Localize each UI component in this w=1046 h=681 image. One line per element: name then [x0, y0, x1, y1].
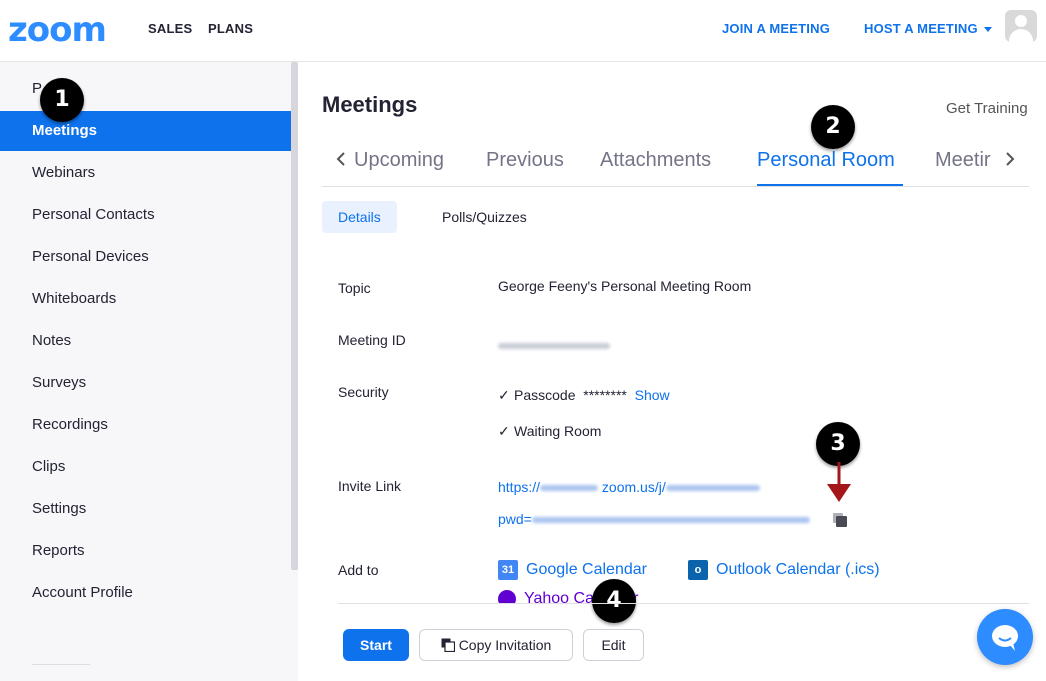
sidebar-item-webinars[interactable]: Webinars [0, 153, 292, 193]
invite-link-line-1[interactable]: https:// zoom.us/j/ [498, 479, 760, 495]
step-badge-1: 1 [40, 78, 84, 122]
avatar[interactable] [1005, 10, 1037, 42]
zoom-logo[interactable]: zoom [8, 10, 107, 50]
yahoo-calendar-icon [498, 590, 516, 604]
sidebar-scrollbar[interactable] [291, 62, 298, 570]
passcode-label: Passcode [514, 387, 576, 403]
tab-personal-room[interactable]: Personal Room [757, 149, 895, 172]
sidebar-item-notes[interactable]: Notes [0, 321, 292, 361]
checkmark-icon: ✓ [498, 423, 510, 439]
nav-plans[interactable]: PLANS [208, 21, 253, 36]
host-meeting-label: HOST A MEETING [864, 21, 978, 36]
chat-bubble-icon [992, 625, 1018, 651]
outlook-calendar-label: Outlook Calendar (.ics) [716, 561, 880, 579]
copy-invitation-label: Copy Invitation [458, 637, 552, 653]
sidebar-item-recordings[interactable]: Recordings [0, 405, 292, 445]
meeting-id-label: Meeting ID [338, 332, 406, 348]
copy-invitation-button[interactable]: Copy Invitation [419, 629, 573, 661]
tab-meeting-templates[interactable]: Meetir [935, 149, 991, 172]
waiting-room-row: ✓ Waiting Room [498, 423, 601, 440]
host-meeting-menu[interactable]: HOST A MEETING [864, 21, 992, 36]
sidebar-item-surveys[interactable]: Surveys [0, 363, 292, 403]
meeting-id-value-redacted [498, 337, 610, 353]
google-calendar-icon: 31 [498, 560, 518, 580]
edit-button[interactable]: Edit [583, 629, 644, 661]
topic-value: George Feeny's Personal Meeting Room [498, 278, 752, 294]
chevron-left-icon[interactable] [336, 150, 346, 173]
chevron-right-icon[interactable] [1005, 150, 1015, 173]
checkmark-icon: ✓ [498, 387, 510, 403]
security-label: Security [338, 384, 389, 400]
subtab-details[interactable]: Details [322, 201, 397, 233]
waiting-room-label: Waiting Room [514, 423, 602, 439]
invite-link-line-2[interactable]: pwd= [498, 511, 810, 527]
outlook-calendar-icon: o [688, 560, 708, 580]
tab-attachments[interactable]: Attachments [600, 149, 711, 172]
invite-link-prefix: https:// [498, 479, 541, 495]
copy-link-icon[interactable] [832, 512, 848, 528]
show-passcode-link[interactable]: Show [635, 387, 670, 403]
page-title: Meetings [322, 92, 418, 117]
subtab-polls-quizzes[interactable]: Polls/Quizzes [426, 201, 543, 233]
passcode-row: ✓ Passcode ******** Show [498, 387, 670, 404]
step-badge-3: 3 [816, 422, 860, 466]
topic-label: Topic [338, 280, 371, 296]
top-navigation-bar: zoom SALES PLANS JOIN A MEETING HOST A M… [0, 0, 1046, 62]
tab-previous[interactable]: Previous [486, 149, 564, 172]
tab-upcoming[interactable]: Upcoming [354, 149, 444, 172]
add-to-label: Add to [338, 562, 379, 578]
meetings-tabs: Upcoming Previous Attachments Personal R… [322, 140, 1029, 187]
invite-link-label: Invite Link [338, 478, 402, 494]
support-chat-button[interactable] [977, 609, 1033, 665]
passcode-mask: ******** [583, 387, 627, 403]
active-tab-underline [757, 184, 903, 186]
join-meeting-link[interactable]: JOIN A MEETING [722, 21, 830, 36]
outlook-calendar-link[interactable]: o Outlook Calendar (.ics) [688, 560, 880, 580]
sidebar-item-meetings[interactable]: Meetings [0, 111, 292, 151]
copy-icon [441, 638, 455, 653]
sidebar-item-clips[interactable]: Clips [0, 447, 292, 487]
sidebar-item-settings[interactable]: Settings [0, 489, 292, 529]
google-calendar-label: Google Calendar [526, 561, 647, 579]
step-badge-4: 4 [592, 579, 636, 623]
sidebar-item-reports[interactable]: Reports [0, 531, 292, 571]
red-arrow-icon [827, 462, 851, 502]
invite-link-domain: zoom.us/j/ [601, 479, 666, 495]
get-training-link[interactable]: Get Training [946, 100, 1028, 117]
nav-sales[interactable]: SALES [148, 21, 192, 36]
sidebar-item-personal-contacts[interactable]: Personal Contacts [0, 195, 292, 235]
sidebar-item-account-profile[interactable]: Account Profile [0, 573, 292, 613]
actions-divider [338, 603, 1029, 604]
sidebar-item-whiteboards[interactable]: Whiteboards [0, 279, 292, 319]
sidebar: P Meetings Webinars Personal Contacts Pe… [0, 62, 298, 681]
start-button[interactable]: Start [343, 629, 409, 661]
sidebar-divider [32, 664, 90, 665]
chevron-down-icon [983, 27, 992, 33]
sidebar-item-personal-devices[interactable]: Personal Devices [0, 237, 292, 277]
google-calendar-link[interactable]: 31 Google Calendar [498, 560, 647, 580]
invite-link-pwd: pwd= [498, 511, 532, 527]
